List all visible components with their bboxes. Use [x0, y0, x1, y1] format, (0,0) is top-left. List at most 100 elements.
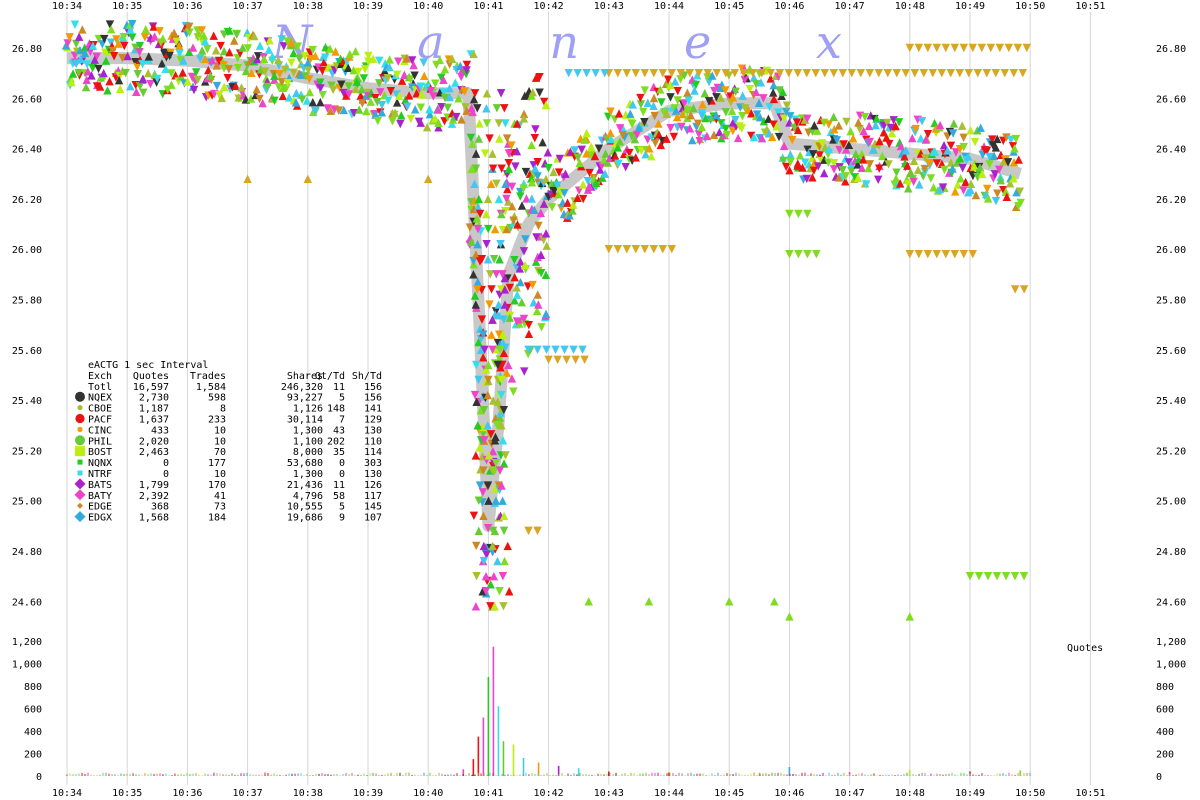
legend-column-header: Exch — [88, 371, 112, 382]
legend-cell: CINC — [88, 425, 112, 436]
legend-cell: 1,100 — [293, 436, 323, 447]
flat-quote-marker — [950, 250, 959, 259]
flat-quote-marker — [838, 68, 847, 78]
crash-quote-marker — [471, 602, 481, 611]
price-tick-label-right: 26.80 — [1156, 44, 1186, 55]
flat-quote-marker — [991, 68, 1000, 78]
flat-quote-marker — [914, 43, 923, 53]
flat-quote-marker — [803, 209, 812, 219]
quote-marker — [103, 86, 112, 95]
legend-cell: 145 — [364, 502, 382, 513]
legend-cell: 246,320 — [281, 382, 323, 393]
quote-marker — [524, 329, 534, 339]
legend-cell: 11 — [333, 480, 345, 491]
quote-marker — [537, 323, 546, 332]
quote-marker — [443, 103, 452, 113]
legend-cell: 9 — [339, 513, 345, 524]
legend-title: eACTG 1 sec Interval — [88, 360, 208, 371]
isolated-quote-marker — [725, 597, 734, 606]
quote-marker — [106, 24, 116, 34]
quote-marker — [383, 96, 393, 105]
x-tick-label-bottom: 10:34 — [52, 788, 82, 799]
quote-marker — [451, 78, 460, 87]
legend-cell: 303 — [364, 458, 382, 469]
flat-quote-marker — [811, 68, 820, 78]
x-tick-label-top: 10:38 — [293, 1, 323, 12]
quote-marker — [388, 117, 397, 126]
legend-cell: 126 — [364, 480, 382, 491]
quote-marker — [848, 134, 858, 143]
quote-marker — [915, 180, 924, 189]
crash-quote-marker — [472, 541, 481, 551]
x-tick-label-top: 10:47 — [835, 1, 865, 12]
quote-marker — [906, 168, 915, 178]
quote-marker — [959, 133, 968, 143]
x-tick-label-bottom: 10:50 — [1015, 788, 1045, 799]
x-tick-label-top: 10:51 — [1075, 1, 1105, 12]
quote-marker — [669, 132, 679, 142]
legend-marker-small-square — [77, 459, 83, 465]
legend-cell: 368 — [151, 502, 169, 513]
quote-marker — [582, 128, 591, 138]
quote-marker — [639, 107, 648, 117]
flat-quote-marker — [847, 68, 856, 78]
price-tick-label-right: 25.80 — [1156, 296, 1186, 307]
price-tick-label-left: 25.20 — [12, 446, 42, 457]
flat-quote-marker — [812, 250, 821, 259]
quote-marker — [690, 86, 699, 95]
quote-marker — [874, 175, 883, 185]
quote-marker — [688, 135, 697, 145]
crash-quote-marker — [472, 571, 481, 581]
quote-marker — [657, 98, 666, 107]
quote-marker — [70, 20, 80, 29]
legend-cell: 130 — [364, 425, 382, 436]
flat-quote-marker — [905, 250, 914, 259]
legend-marker-circle — [75, 391, 85, 402]
flat-quote-marker — [986, 43, 995, 53]
legend-cell: 7 — [339, 415, 345, 426]
legend-cell: 1,300 — [293, 425, 323, 436]
flat-quote-marker — [613, 245, 622, 254]
price-tick-label-right: 26.60 — [1156, 94, 1186, 105]
quote-marker — [956, 174, 965, 183]
flat-quote-marker — [982, 68, 991, 78]
x-tick-label-top: 10:42 — [534, 1, 564, 12]
legend-marker-diamond — [74, 489, 86, 501]
legend-cell: 19,686 — [287, 513, 323, 524]
quote-marker — [115, 84, 125, 94]
quote-marker — [824, 120, 833, 129]
quote-marker — [683, 88, 692, 97]
quote-marker — [223, 74, 232, 83]
price-tick-label-right: 25.00 — [1156, 497, 1186, 508]
legend-marker-diamond — [74, 511, 86, 523]
flat-quote-marker — [974, 571, 984, 581]
crash-quote-marker — [482, 104, 491, 113]
quote-marker — [535, 88, 544, 97]
flat-quote-marker — [542, 345, 551, 354]
flat-quote-marker — [941, 43, 950, 53]
quote-marker — [538, 137, 547, 147]
legend-cell: 1,300 — [293, 469, 323, 480]
x-tick-label-bottom: 10:49 — [955, 788, 985, 799]
legend-column-header: Qt/Td — [315, 371, 345, 382]
flat-quote-marker — [784, 68, 793, 78]
legend-cell: 35 — [333, 447, 345, 458]
flat-quote-marker — [631, 68, 640, 78]
x-tick-label-top: 10:37 — [233, 1, 263, 12]
crash-quote-marker — [482, 239, 491, 249]
legend-cell: 0 — [339, 469, 345, 480]
flat-quote-marker — [793, 68, 802, 78]
legend-cell: 4,796 — [293, 491, 323, 502]
flat-quote-marker — [937, 68, 946, 78]
legend-cell: 148 — [327, 404, 345, 415]
legend-cell: 58 — [333, 491, 345, 502]
flat-quote-marker — [622, 68, 631, 78]
flat-quote-marker — [573, 68, 582, 78]
axes: 10:34 10:34 10:35 10:35 10:36 10:36 10:37 10:37… — [12, 1, 1186, 799]
quote-marker — [318, 90, 327, 100]
legend-cell: 70 — [214, 447, 226, 458]
quote-marker — [128, 33, 137, 42]
quote-marker — [846, 126, 855, 136]
price-tick-label-right: 25.60 — [1156, 346, 1186, 357]
crash-quote-marker — [498, 496, 507, 505]
